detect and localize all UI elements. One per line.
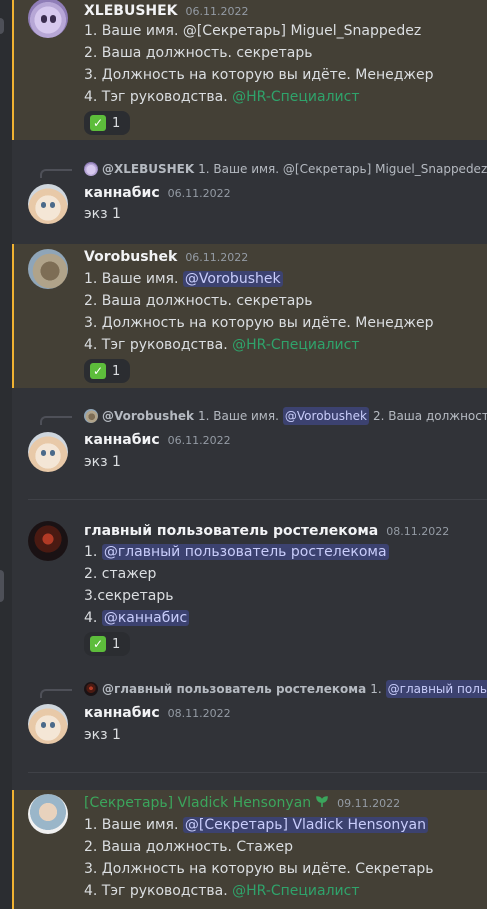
timestamp: 08.11.2022: [167, 707, 231, 720]
timestamp: 08.11.2022: [386, 525, 450, 538]
message-line: 2. Ваша должность. Стажер: [84, 839, 293, 855]
message-line: 1. Ваше имя. @[Секретарь] Miguel_Snapped…: [84, 23, 422, 39]
user-mention[interactable]: @главный пользователь ростелекома: [101, 544, 389, 560]
message-line: 2. Ваша должность. секретарь: [84, 293, 313, 309]
author-name[interactable]: главный пользователь ростелекома: [84, 523, 378, 539]
reply-avatar: [84, 409, 98, 423]
check-mark-icon: ✓: [90, 636, 106, 652]
timestamp: 09.11.2022: [337, 797, 401, 810]
role-mention[interactable]: @HR-Специалист: [232, 89, 359, 105]
message-text: экз 1: [84, 206, 121, 222]
message-highlighted: [Секретарь] Vladick Hensonyan 09.11.2022 …: [12, 790, 487, 909]
avatar[interactable]: [28, 794, 68, 834]
message-text: экз 1: [84, 727, 121, 743]
reaction-button[interactable]: ✓ 1: [84, 632, 130, 656]
message-line: 4. @каннабис: [84, 610, 190, 626]
message-line: 3. Должность на которую вы идёте. Менедж…: [84, 315, 434, 331]
user-mention[interactable]: @Vorobushek: [182, 271, 283, 287]
message-line: 1. Ваше имя. @Vorobushek: [84, 271, 283, 287]
rail-indicator: [0, 570, 4, 602]
avatar[interactable]: [28, 704, 68, 744]
author-name[interactable]: XLEBUSHEK: [84, 3, 178, 19]
role-mention[interactable]: @HR-Специалист: [232, 337, 359, 353]
divider: [28, 772, 487, 773]
message: @главный пользователь ростелекома 1. @гл…: [12, 678, 487, 758]
message: @Vorobushek 1. Ваше имя. @Vorobushek 2. …: [12, 404, 487, 484]
check-mark-icon: ✓: [90, 363, 106, 379]
timestamp: 06.11.2022: [185, 5, 249, 18]
message-line: 1. Ваше имя. @[Секретарь] Vladick Henson…: [84, 817, 429, 833]
message: главный пользователь ростелекома 08.11.20…: [12, 518, 487, 658]
avatar[interactable]: [28, 249, 68, 289]
message-highlighted: Vorobushek 06.11.2022 1. Ваше имя. @Vorob…: [12, 244, 487, 388]
reaction-count: 1: [112, 115, 121, 131]
left-rail: [0, 0, 12, 909]
reaction-count: 1: [112, 636, 121, 652]
timestamp: 06.11.2022: [185, 251, 249, 264]
message-line: 3. Должность на которую вы идёте. Секрет…: [84, 861, 434, 877]
reply-preview[interactable]: @главный пользователь ростелекома 1. @гл…: [28, 680, 487, 698]
author-name[interactable]: [Секретарь] Vladick Hensonyan: [84, 795, 311, 811]
author-name[interactable]: каннабис: [84, 185, 160, 201]
user-mention[interactable]: @[Секретарь] Vladick Hensonyan: [182, 817, 429, 833]
message-line: 3. Должность на которую вы идёте. Менедж…: [84, 67, 434, 83]
message-line: 3.секретарь: [84, 588, 174, 604]
avatar[interactable]: [28, 0, 68, 38]
role-mention[interactable]: @HR-Специалист: [232, 883, 359, 899]
timestamp: 06.11.2022: [167, 434, 231, 447]
reply-preview[interactable]: @XLEBUSHEK 1. Ваше имя. @[Секретарь] Mig…: [28, 160, 487, 178]
message-line: 4. Тэг руководства. @HR-Специалист: [84, 337, 360, 353]
reply-avatar: [84, 682, 98, 696]
avatar[interactable]: [28, 521, 68, 561]
reply-avatar: [84, 162, 98, 176]
user-mention[interactable]: @каннабис: [101, 610, 190, 626]
message-line: 4. Тэг руководства. @HR-Специалист: [84, 89, 360, 105]
message-line: 2. Ваша должность. секретарь: [84, 45, 313, 61]
role-leaf-icon: [316, 796, 328, 807]
author-name[interactable]: Vorobushek: [84, 249, 177, 265]
divider: [28, 499, 487, 500]
reply-preview[interactable]: @Vorobushek 1. Ваше имя. @Vorobushek 2. …: [28, 407, 487, 425]
avatar[interactable]: [28, 432, 68, 472]
check-mark-icon: ✓: [90, 115, 106, 131]
message-highlighted: XLEBUSHEK 06.11.2022 1. Ваше имя. @[Секре…: [12, 0, 487, 140]
message-line: 1. @главный пользователь ростелекома: [84, 544, 389, 560]
timestamp: 06.11.2022: [167, 187, 231, 200]
rail-indicator: [0, 18, 4, 34]
message-text: экз 1: [84, 454, 121, 470]
reaction-count: 1: [112, 363, 121, 379]
author-name[interactable]: каннабис: [84, 705, 160, 721]
avatar[interactable]: [28, 184, 68, 224]
reaction-button[interactable]: ✓ 1: [84, 111, 130, 135]
reaction-button[interactable]: ✓ 1: [84, 359, 130, 383]
message-line: 4. Тэг руководства. @HR-Специалист: [84, 883, 360, 899]
message: @XLEBUSHEK 1. Ваше имя. @[Секретарь] Mig…: [12, 156, 487, 236]
author-name[interactable]: каннабис: [84, 432, 160, 448]
message-line: 2. стажер: [84, 566, 157, 582]
